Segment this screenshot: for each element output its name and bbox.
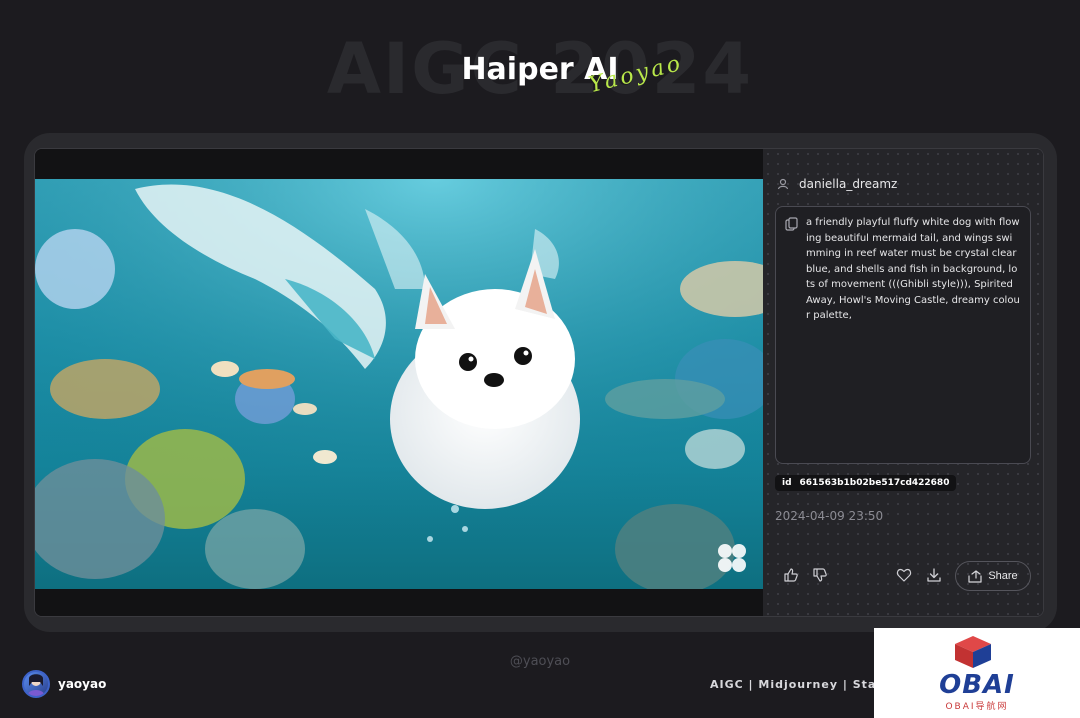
thumbs-down-icon[interactable] — [812, 567, 828, 583]
share-button[interactable]: Share — [955, 561, 1031, 591]
watermark: OBAI OBAI导航网 — [874, 628, 1080, 718]
id-label: id — [782, 478, 792, 488]
details-panel: daniella_dreamz a friendly playful fluff… — [763, 149, 1043, 616]
footer-tags: AIGC | Midjourney | Stab — [710, 678, 875, 691]
heart-icon[interactable] — [896, 567, 912, 583]
share-icon — [968, 570, 982, 583]
user-icon — [777, 178, 789, 190]
avatar[interactable] — [22, 670, 50, 698]
video-scene-image — [35, 179, 763, 589]
creator-username: daniella_dreamz — [799, 177, 898, 191]
video-player[interactable] — [35, 149, 763, 616]
watermark-logo-text: OBAI — [939, 670, 1015, 700]
page-title: Haiper AI — [461, 52, 619, 87]
copy-icon[interactable] — [785, 217, 799, 231]
share-label: Share — [988, 570, 1018, 582]
avatar-image — [27, 674, 45, 696]
cube-logo-icon — [955, 636, 991, 668]
thumbs-up-icon[interactable] — [783, 567, 799, 583]
haiper-logo-icon — [718, 544, 746, 572]
watermark-subtext: OBAI导航网 — [945, 702, 1009, 712]
id-value: 661563b1b02be517cd422680 — [799, 478, 950, 488]
download-icon[interactable] — [926, 567, 942, 583]
app-screen: daniella_dreamz a friendly playful fluff… — [34, 148, 1044, 617]
creator-row[interactable]: daniella_dreamz — [777, 175, 897, 193]
action-bar: Share — [775, 561, 1031, 591]
footer-username: yaoyao — [58, 677, 107, 691]
prompt-text: a friendly playful fluffy white dog with… — [806, 217, 1020, 321]
id-badge[interactable]: id 661563b1b02be517cd422680 — [775, 475, 957, 491]
created-timestamp: 2024-04-09 23:50 — [775, 509, 884, 523]
video-frame[interactable] — [35, 179, 763, 589]
prompt-box: a friendly playful fluffy white dog with… — [775, 206, 1031, 464]
